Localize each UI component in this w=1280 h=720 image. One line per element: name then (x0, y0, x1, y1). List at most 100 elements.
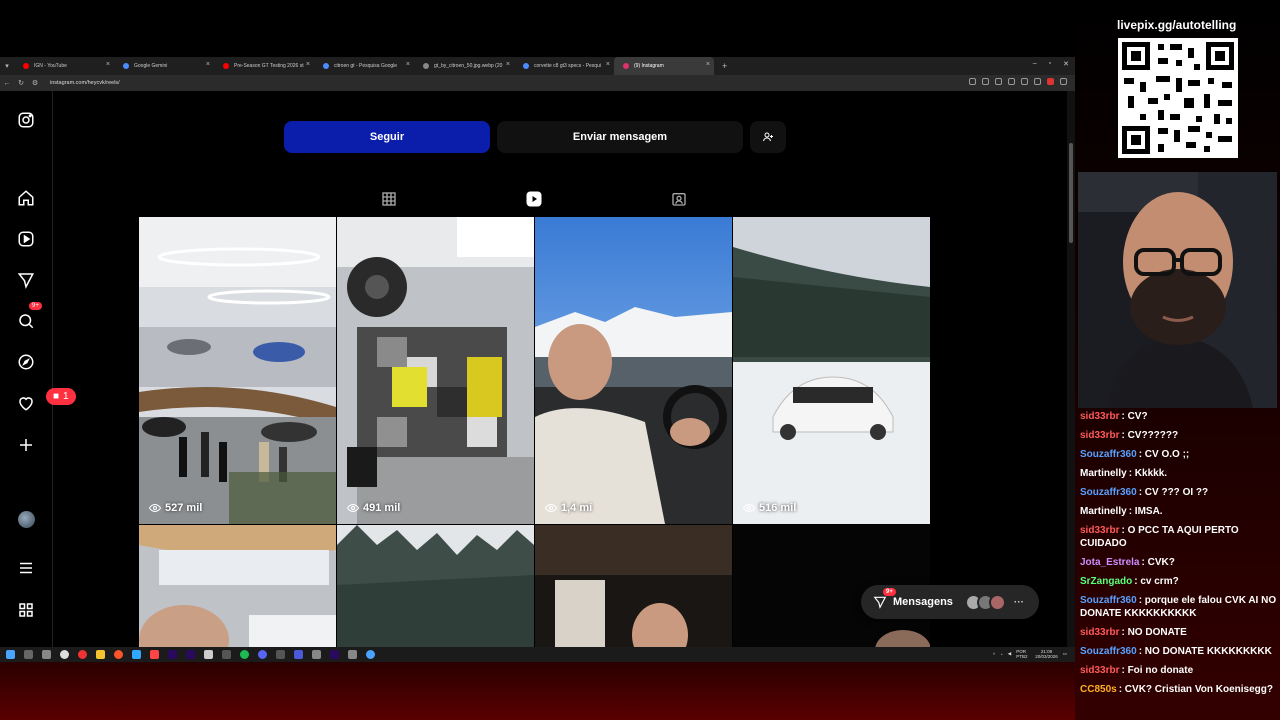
brave-icon[interactable] (150, 650, 159, 659)
app-icon[interactable] (312, 650, 321, 659)
reel-tile[interactable]: 516 mil (733, 217, 930, 524)
chat-username[interactable]: sid33rbr (1080, 411, 1119, 422)
extension-red-icon[interactable] (1047, 78, 1054, 85)
reel-tile[interactable] (337, 525, 534, 662)
notifications-heart-icon[interactable] (17, 394, 35, 412)
browser-tab[interactable]: citroen gt - Pesquisa Google × (314, 57, 414, 75)
media-encoder-icon[interactable] (186, 650, 195, 659)
notification-pill[interactable]: ■ 1 (46, 388, 76, 405)
page-scrollbar[interactable] (1067, 91, 1075, 662)
notification-center-icon[interactable]: ▭ (1063, 651, 1067, 657)
explore-compass-icon[interactable] (17, 353, 35, 371)
chat-username[interactable]: SrZangado (1080, 576, 1132, 587)
tab-close-icon[interactable]: × (306, 61, 310, 68)
tab-reels-icon[interactable] (524, 189, 544, 209)
tab-close-icon[interactable]: × (206, 61, 210, 68)
browser-tab[interactable]: (9) Instagram × (614, 57, 714, 75)
file-explorer-icon[interactable] (96, 650, 105, 659)
reel-tile[interactable]: 1,4 mi (535, 217, 732, 524)
direct-messages-icon[interactable] (17, 271, 35, 289)
keyboard-language[interactable]: POR PTB2 (1016, 649, 1030, 659)
audition-icon[interactable] (330, 650, 339, 659)
volume-icon[interactable]: ◀ (1008, 651, 1011, 657)
suggest-user-button[interactable] (750, 121, 786, 153)
tab-search-icon[interactable]: ▾ (0, 62, 14, 70)
browser-tab[interactable]: Google Gemini × (114, 57, 214, 75)
instagram-logo-icon[interactable] (17, 111, 35, 129)
app-icon[interactable] (60, 650, 69, 659)
reel-tile[interactable]: 527 mil (139, 217, 336, 524)
notepad-icon[interactable] (204, 650, 213, 659)
chrome-icon[interactable] (114, 650, 123, 659)
browser-tab[interactable]: gt_by_citroen_50.jpg.webp (20 × (414, 57, 514, 75)
app-icon[interactable] (348, 650, 357, 659)
spotify-icon[interactable] (240, 650, 249, 659)
photoshop-icon[interactable] (132, 650, 141, 659)
downloads-icon[interactable] (1034, 78, 1041, 85)
chrome-icon[interactable] (78, 650, 87, 659)
search-icon[interactable] (24, 650, 33, 659)
tab-close-icon[interactable]: × (106, 61, 110, 68)
more-menu-icon[interactable] (17, 559, 35, 577)
tab-close-icon[interactable]: × (706, 61, 710, 68)
reel-tile[interactable] (139, 525, 336, 662)
site-info-icon[interactable]: ⚙ (28, 79, 42, 87)
zoom-icon[interactable] (982, 78, 989, 85)
tab-close-icon[interactable]: × (506, 61, 510, 68)
maximize-icon[interactable]: ▫ (1049, 60, 1051, 68)
browser-tab[interactable]: Pre-Season GT Testing 2026 st × (214, 57, 314, 75)
scrollbar-thumb[interactable] (1069, 143, 1073, 243)
chat-username[interactable]: Souzaffr360 (1080, 595, 1137, 606)
chat-username[interactable]: sid33rbr (1080, 430, 1119, 441)
chat-username[interactable]: Souzaffr360 (1080, 487, 1137, 498)
chat-username[interactable]: Martinelly (1080, 468, 1127, 479)
start-icon[interactable] (6, 650, 15, 659)
new-tab-icon[interactable]: + (722, 61, 727, 71)
clock[interactable]: 21:09 20/03/2026 (1035, 649, 1058, 659)
tab-close-icon[interactable]: × (406, 61, 410, 68)
create-plus-icon[interactable] (17, 436, 35, 454)
messages-drawer-button[interactable]: 9+ Mensagens ··· (861, 585, 1039, 619)
menu-icon[interactable] (1060, 78, 1067, 85)
close-window-icon[interactable]: ✕ (1063, 60, 1069, 68)
extensions-icon[interactable] (1021, 78, 1028, 85)
eye-icon[interactable] (995, 78, 1002, 85)
apps-icon[interactable] (17, 601, 35, 619)
profile-avatar[interactable] (18, 511, 35, 528)
reload-icon[interactable]: ↻ (14, 79, 28, 87)
chat-username[interactable]: Jota_Estrela (1080, 557, 1139, 568)
chat-username[interactable]: Souzaffr360 (1080, 449, 1137, 460)
chat-username[interactable]: sid33rbr (1080, 627, 1119, 638)
network-icon[interactable]: ◔ (1000, 652, 1003, 657)
cast-icon[interactable] (969, 78, 976, 85)
tab-close-icon[interactable]: × (606, 61, 610, 68)
chat-username[interactable]: Martinelly (1080, 506, 1127, 517)
reel-tile[interactable] (535, 525, 732, 662)
app-icon[interactable] (366, 650, 375, 659)
discord-icon[interactable] (258, 650, 267, 659)
browser-tab[interactable]: IGN - YouTube × (14, 57, 114, 75)
follow-button[interactable]: Seguir (284, 121, 490, 153)
search-icon[interactable] (17, 312, 35, 330)
reel-tile[interactable]: 491 mil (337, 217, 534, 524)
send-message-button[interactable]: Enviar mensagem (497, 121, 743, 153)
app-icon[interactable] (276, 650, 285, 659)
task-view-icon[interactable] (42, 650, 51, 659)
url-field[interactable]: instagram.com/heycvk/reels/ (50, 80, 120, 86)
chat-username[interactable]: sid33rbr (1080, 665, 1119, 676)
back-icon[interactable]: ← (0, 80, 14, 87)
app-icon[interactable] (222, 650, 231, 659)
browser-tab[interactable]: corvette c8 gt3 specs - Pesqui × (514, 57, 614, 75)
tab-tagged-icon[interactable] (669, 189, 689, 209)
bookmark-star-icon[interactable] (1008, 78, 1015, 85)
tray-chevron-icon[interactable]: ^ (993, 652, 995, 657)
minimize-icon[interactable]: – (1033, 60, 1037, 68)
chat-username[interactable]: Souzaffr360 (1080, 646, 1137, 657)
chat-username[interactable]: CC850s (1080, 684, 1117, 695)
tab-posts-grid-icon[interactable] (379, 189, 399, 209)
reels-icon[interactable] (17, 230, 35, 248)
premiere-icon[interactable] (168, 650, 177, 659)
word-icon[interactable] (294, 650, 303, 659)
chat-username[interactable]: sid33rbr (1080, 525, 1119, 536)
home-icon[interactable] (17, 189, 35, 207)
